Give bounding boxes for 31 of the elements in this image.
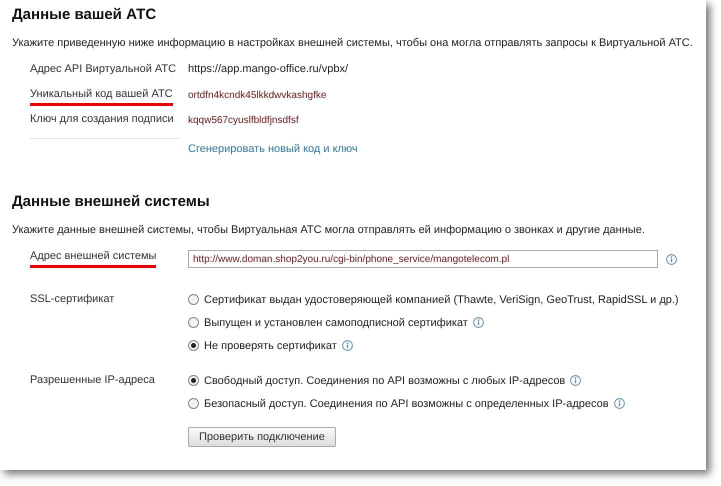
- info-icon[interactable]: [666, 254, 677, 264]
- info-icon[interactable]: [614, 398, 625, 409]
- section-title: Данные внешней системы: [12, 193, 211, 210]
- option-label: Выпущен и установлен самоподписной сертификат: [204, 316, 468, 328]
- section-description: Укажите данные внешней системы, чтобы Виртуальная АТС могла отправлять ей информацию о звонках и другие данные.: [12, 224, 646, 236]
- field-label: SSL-сертификат: [30, 293, 114, 305]
- field-label: Адрес API Виртуальной АТС: [30, 63, 176, 77]
- info-icon[interactable]: [472, 317, 484, 328]
- code-value: ortdfn4kcndk45lkkdwvkashgfke: [188, 89, 326, 101]
- option-label: Безопасный доступ. Соединения по API возможны с определенных IP-адресов: [204, 398, 609, 410]
- api-url: https://app.mango-office.ru/vpbx/: [188, 63, 348, 75]
- regenerate-link[interactable]: Сгенерировать новый код и ключ: [188, 143, 358, 155]
- radio-button[interactable]: [188, 375, 199, 386]
- address-field[interactable]: http://www.doman.shop2you.ru/cgi-bin/phone_service/mangotelecom.pl: [188, 250, 658, 268]
- section-description: Укажите приведенную ниже информацию в настройках внешней системы, чтобы она могла отправлять запросы к Виртуальной АТС.: [12, 37, 694, 49]
- field-label: Разрешенные IP-адреса: [30, 374, 155, 386]
- radio-button[interactable]: [188, 294, 199, 305]
- field-label: Адрес внешней системы: [30, 250, 156, 268]
- info-icon[interactable]: [342, 340, 353, 351]
- option-label: Не проверять сертификат: [204, 340, 337, 352]
- radio-button[interactable]: [188, 340, 199, 351]
- option-label: Сертификат выдан удостоверяющей компанией (Thawte, VeriSign, GeoTrust, RapidSSL и др.): [204, 294, 679, 306]
- field-label: Уникальный код вашей АТС: [30, 88, 173, 106]
- code-value: kqqw567cyuslfbldfjnsdfsf: [188, 114, 299, 126]
- check-connection-button[interactable]: Проверить подключение: [188, 427, 336, 447]
- info-icon[interactable]: [570, 375, 582, 386]
- radio-button[interactable]: [188, 398, 199, 409]
- section-title: Данные вашей АТС: [12, 6, 158, 23]
- option-label: Свободный доступ. Соединения по API возможны с любых IP-адресов: [204, 374, 566, 386]
- radio-button[interactable]: [188, 317, 199, 328]
- field-label: Ключ для создания подписи: [30, 113, 174, 127]
